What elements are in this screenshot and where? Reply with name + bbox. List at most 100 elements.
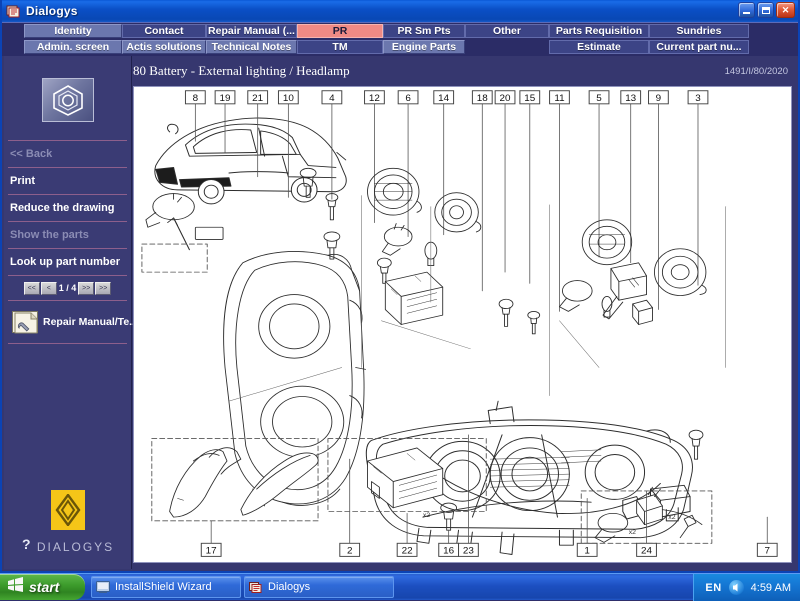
menu-item-admin-screen[interactable]: Admin. screen — [24, 40, 122, 54]
sidebar-item-print[interactable]: Print — [4, 168, 131, 194]
maximize-icon — [762, 7, 770, 14]
first-page-button[interactable]: << — [24, 282, 40, 295]
callout-row-bottom: 17 2 22 16 23 1 24 7 — [201, 543, 777, 556]
headlamp-exploded-parts-diagram[interactable]: x2 x2 x2 8 19 21 10 4 12 6 14 18 20 — [134, 87, 791, 562]
start-button[interactable]: start — [0, 574, 85, 600]
hex-nut-logo-icon — [42, 78, 94, 122]
taskbar-item-installshield-wizard[interactable]: InstallShield Wizard — [91, 576, 241, 598]
close-button[interactable]: ✕ — [776, 2, 795, 18]
svg-text:16: 16 — [443, 546, 454, 557]
content-area: 80 Battery - External lighting / Headlam… — [133, 56, 796, 569]
callout-2[interactable]: 2 — [340, 543, 360, 556]
callout-3[interactable]: 3 — [688, 91, 708, 104]
maximize-button[interactable] — [757, 2, 774, 18]
callout-22[interactable]: 22 — [397, 543, 417, 556]
svg-text:3: 3 — [695, 93, 701, 104]
svg-text:17: 17 — [206, 546, 217, 557]
taskbar-item-label: InstallShield Wizard — [115, 581, 212, 593]
module-menu-bar: Identity Admin. screen Contact Actis sol… — [2, 22, 798, 56]
multiplier-label: x2 — [629, 529, 637, 536]
callout-23[interactable]: 23 — [459, 543, 479, 556]
svg-text:7: 7 — [764, 546, 770, 557]
title-bar[interactable]: Dialogys ✕ — [2, 0, 798, 22]
sidebar-item-show-parts[interactable]: Show the parts — [4, 222, 131, 248]
callout-18[interactable]: 18 — [472, 91, 492, 104]
sidebar-item-back[interactable]: << Back — [4, 141, 131, 167]
wrench-document-icon — [12, 311, 38, 333]
sidebar-item-label: Look up part number — [10, 256, 120, 268]
window-controls: ✕ — [738, 2, 795, 18]
menu-item-sundries[interactable]: Sundries — [649, 24, 749, 38]
callout-6[interactable]: 6 — [398, 91, 418, 104]
menu-item-pr[interactable]: PR — [297, 24, 383, 38]
callout-10[interactable]: 10 — [278, 91, 298, 104]
callout-11[interactable]: 11 — [550, 91, 570, 104]
menu-column-contact: Contact Actis solutions — [122, 24, 206, 56]
menu-item-current-part-number[interactable]: Current part nu... — [649, 40, 749, 54]
menu-column-parts-requisition: Parts Requisition Estimate — [549, 24, 649, 56]
menu-item-actis-solutions[interactable]: Actis solutions — [122, 40, 206, 54]
repair-manual-button[interactable]: Repair Manual/Te... — [8, 307, 127, 337]
menu-item-parts-requisition[interactable]: Parts Requisition — [549, 24, 649, 38]
system-tray: EN 4:59 AM — [693, 574, 800, 601]
brand-block: ? DIALOGYS — [4, 490, 131, 557]
callout-13[interactable]: 13 — [621, 91, 641, 104]
callout-24[interactable]: 24 — [637, 543, 657, 556]
volume-shield-icon[interactable] — [729, 580, 744, 595]
windows-flag-icon — [7, 577, 24, 598]
callout-8[interactable]: 8 — [185, 91, 205, 104]
svg-text:21: 21 — [252, 93, 263, 104]
minimize-button[interactable] — [738, 2, 755, 18]
menu-item-tm[interactable]: TM — [297, 40, 383, 54]
callout-17[interactable]: 17 — [201, 543, 221, 556]
callout-1[interactable]: 1 — [577, 543, 597, 556]
svg-text:1: 1 — [584, 546, 590, 557]
menu-item-identity[interactable]: Identity — [24, 24, 122, 38]
svg-text:5: 5 — [596, 93, 602, 104]
clock[interactable]: 4:59 AM — [751, 582, 791, 594]
callout-row-top: 8 19 21 10 4 12 6 14 18 20 15 11 5 13 9 … — [185, 91, 707, 104]
installshield-icon — [96, 580, 110, 594]
sidebar-item-look-up-part-number[interactable]: Look up part number — [4, 249, 131, 275]
callout-20[interactable]: 20 — [495, 91, 515, 104]
menu-item-other[interactable]: Other — [465, 24, 549, 38]
window-title: Dialogys — [26, 4, 78, 18]
callout-14[interactable]: 14 — [434, 91, 454, 104]
callout-16[interactable]: 16 — [439, 543, 459, 556]
callout-21[interactable]: 21 — [248, 91, 268, 104]
last-page-button[interactable]: >> — [95, 282, 111, 295]
callout-7[interactable]: 7 — [757, 543, 777, 556]
brand-name-row: ? DIALOGYS — [4, 536, 131, 557]
taskbar-item-label: Dialogys — [268, 581, 310, 593]
previous-page-button[interactable]: < — [41, 282, 57, 295]
minimize-icon — [743, 12, 750, 14]
menu-item-estimate[interactable]: Estimate — [549, 40, 649, 54]
callout-12[interactable]: 12 — [365, 91, 385, 104]
sidebar-item-reduce-drawing[interactable]: Reduce the drawing — [4, 195, 131, 221]
svg-text:4: 4 — [329, 93, 335, 104]
svg-text:8: 8 — [193, 93, 199, 104]
multiplier-label: x2 — [668, 514, 676, 521]
taskbar-item-dialogys[interactable]: Dialogys — [244, 576, 394, 598]
callout-4[interactable]: 4 — [322, 91, 342, 104]
callout-9[interactable]: 9 — [649, 91, 669, 104]
menu-item-contact[interactable]: Contact — [122, 24, 206, 38]
sidebar-divider — [8, 343, 127, 344]
callout-5[interactable]: 5 — [589, 91, 609, 104]
drawing-reference-code: 1491/I/80/2020 — [725, 66, 788, 77]
menu-item-pr-sm-pts[interactable]: PR Sm Pts — [383, 24, 465, 38]
language-indicator[interactable]: EN — [705, 582, 721, 594]
menu-item-engine-parts[interactable]: Engine Parts — [383, 40, 465, 54]
sidebar-divider — [8, 300, 127, 301]
next-page-button[interactable]: >> — [78, 282, 94, 295]
brand-name: DIALOGYS — [37, 540, 114, 554]
menu-item-technical-notes[interactable]: Technical Notes — [206, 40, 297, 54]
menu-column-repair-manual: Repair Manual (... Technical Notes — [206, 24, 297, 56]
menu-item-repair-manual[interactable]: Repair Manual (... — [206, 24, 297, 38]
callout-19[interactable]: 19 — [215, 91, 235, 104]
menu-column-sundries: Sundries Current part nu... — [649, 24, 749, 56]
drawing-pane[interactable]: x2 x2 x2 8 19 21 10 4 12 6 14 18 20 — [133, 86, 792, 563]
callout-15[interactable]: 15 — [520, 91, 540, 104]
start-button-label: start — [29, 579, 59, 595]
content-header: 80 Battery - External lighting / Headlam… — [133, 56, 796, 86]
